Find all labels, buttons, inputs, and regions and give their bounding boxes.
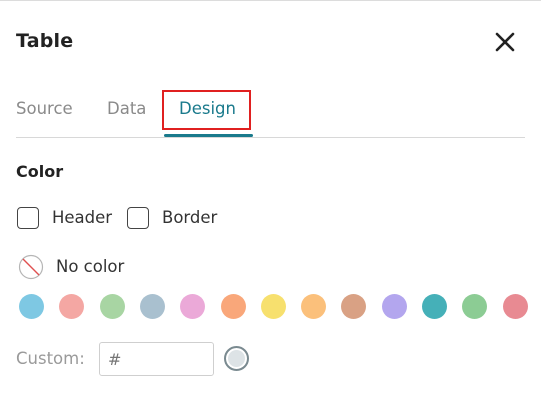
tab-source[interactable]: Source [16,99,73,118]
color-section-title: Color [16,162,64,181]
tab-data[interactable]: Data [107,99,146,118]
no-color-icon[interactable] [18,254,44,280]
color-swatch[interactable] [462,294,487,319]
color-swatch[interactable] [382,294,407,319]
color-swatch[interactable] [422,294,447,319]
color-swatch[interactable] [180,294,205,319]
tab-design-highlight-box [162,90,251,130]
table-design-panel: Table Source Data Design Color Header Bo… [0,0,541,416]
tab-divider [16,137,525,138]
color-swatch[interactable] [19,294,44,319]
custom-color-input[interactable] [99,342,214,376]
color-swatch[interactable] [301,294,326,319]
close-icon[interactable] [491,28,519,56]
color-swatch[interactable] [221,294,246,319]
tab-bar [0,89,525,138]
header-checkbox-label: Header [52,208,113,227]
color-swatch[interactable] [261,294,286,319]
no-color-label: No color [56,257,125,276]
border-checkbox[interactable] [127,207,149,229]
color-swatch[interactable] [503,294,528,319]
color-swatch[interactable] [100,294,125,319]
color-swatch[interactable] [140,294,165,319]
color-swatch[interactable] [341,294,366,319]
color-swatch[interactable] [59,294,84,319]
header-checkbox[interactable] [17,207,39,229]
custom-color-swatch[interactable] [224,346,249,371]
border-checkbox-label: Border [162,208,218,227]
panel-title: Table [16,30,74,52]
custom-color-label: Custom: [16,349,85,368]
